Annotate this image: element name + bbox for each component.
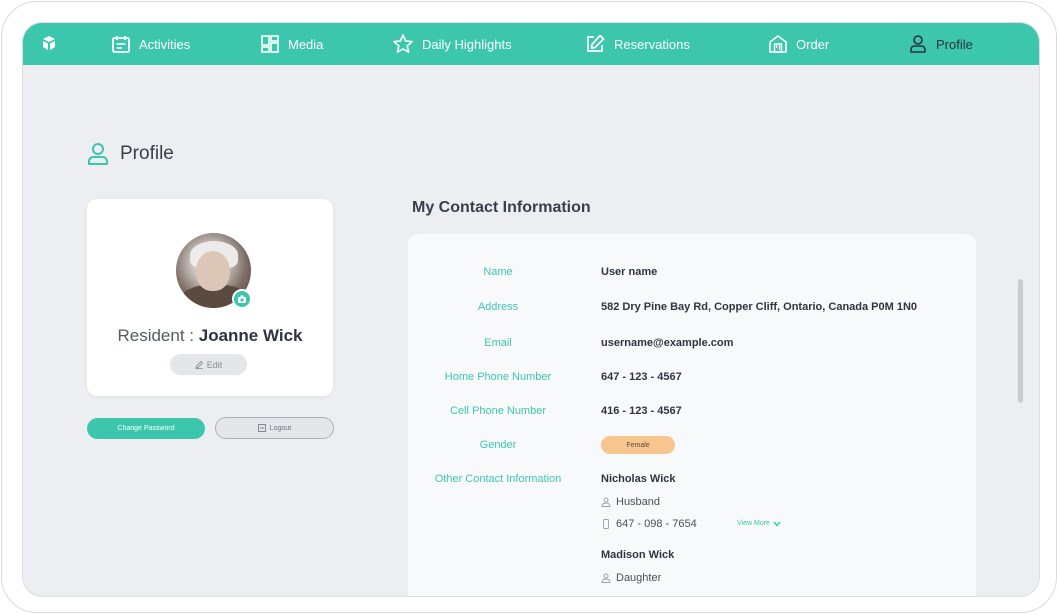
- gender-value: Female: [626, 441, 650, 449]
- nav-label-media: Media: [288, 36, 324, 52]
- view-more-label: View More: [737, 520, 770, 527]
- person-icon: [910, 35, 926, 53]
- relation-text: Husband: [616, 496, 661, 508]
- nav-label-activities: Activities: [139, 36, 191, 52]
- nav-label-profile: Profile: [936, 36, 973, 52]
- phone-text: 647 - 098 - 7654: [616, 518, 697, 530]
- change-photo-button[interactable]: [232, 289, 252, 309]
- field-value-address: 582 Dry Pine Bay Rd, Copper Cliff, Ontar…: [601, 301, 918, 313]
- page-title: Profile: [86, 142, 174, 166]
- nav-label-daily-highlights: Daily Highlights: [422, 36, 512, 52]
- nav-item-activities[interactable]: Activities: [111, 23, 190, 65]
- pencil-icon: [195, 360, 203, 369]
- person-icon: [601, 497, 611, 507]
- resident-name: Resident : Joanne Wick: [87, 326, 333, 346]
- nav-item-order[interactable]: Order: [768, 23, 829, 65]
- field-value-home-phone: 647 - 123 - 4567: [601, 371, 682, 383]
- other-contact-phone: 647 - 098 - 7654: [601, 518, 697, 530]
- resident-name-value: Joanne Wick: [198, 326, 303, 345]
- field-label-address: Address: [477, 301, 519, 313]
- field-label-gender: Gender: [479, 439, 517, 451]
- top-nav-bar: Activities Media Daily Highlights Reserv…: [23, 23, 1039, 65]
- field-label-home-phone: Home Phone Number: [444, 371, 552, 383]
- nav-item-daily-highlights[interactable]: Daily Highlights: [392, 23, 512, 65]
- contact-info-card: Name User name Address 582 Dry Pine Bay …: [408, 234, 976, 596]
- edit-square-icon: [587, 34, 605, 52]
- app-logo-icon[interactable]: [41, 35, 57, 56]
- change-password-label: Change Password: [117, 425, 175, 432]
- logout-icon: [257, 424, 266, 432]
- person-icon: [601, 573, 611, 583]
- resident-prefix: Resident :: [117, 326, 199, 345]
- relation-text: Daughter: [616, 572, 662, 584]
- other-contact-name: Nicholas Wick: [601, 473, 676, 485]
- camera-icon: [238, 295, 246, 303]
- device-frame: Activities Media Daily Highlights Reserv…: [1, 1, 1057, 613]
- star-icon: [393, 34, 413, 53]
- nav-item-media[interactable]: Media: [260, 23, 323, 65]
- vertical-scrollbar[interactable]: [1018, 279, 1023, 403]
- chevron-down-icon: [773, 521, 781, 527]
- gender-badge: Female: [601, 436, 675, 454]
- other-contact-relation: Husband: [601, 496, 660, 508]
- logout-label: Logout: [269, 424, 292, 432]
- nav-label-order: Order: [796, 36, 830, 52]
- nav-label-reservations: Reservations: [614, 36, 690, 52]
- view-more-link[interactable]: View More: [737, 520, 781, 527]
- grid-icon: [261, 35, 279, 53]
- field-label-email: Email: [484, 337, 512, 349]
- nav-item-reservations[interactable]: Reservations: [584, 23, 690, 65]
- profile-card: Resident : Joanne Wick Edit: [87, 199, 333, 396]
- person-icon: [88, 143, 108, 165]
- store-icon: [769, 35, 787, 53]
- change-password-button[interactable]: Change Password: [87, 418, 205, 439]
- field-value-name: User name: [601, 266, 658, 278]
- field-label-cell-phone: Cell Phone Number: [450, 405, 546, 417]
- field-label-other-contacts: Other Contact Information: [434, 473, 562, 485]
- edit-profile-button[interactable]: Edit: [170, 354, 247, 375]
- nav-item-profile[interactable]: Profile: [908, 23, 973, 65]
- phone-icon: [603, 519, 609, 529]
- other-contact-relation: Daughter: [601, 572, 661, 584]
- field-value-email: username@example.com: [601, 337, 734, 349]
- field-value-cell-phone: 416 - 123 - 4567: [601, 405, 682, 417]
- logout-button[interactable]: Logout: [215, 417, 334, 439]
- field-label-name: Name: [483, 266, 513, 278]
- calendar-icon: [112, 36, 130, 53]
- edit-label: Edit: [206, 359, 223, 370]
- page-title-text: Profile: [120, 143, 174, 164]
- other-contact-name: Madison Wick: [601, 549, 675, 561]
- app-screen: Activities Media Daily Highlights Reserv…: [22, 22, 1040, 597]
- contact-section-title: My Contact Information: [412, 199, 591, 216]
